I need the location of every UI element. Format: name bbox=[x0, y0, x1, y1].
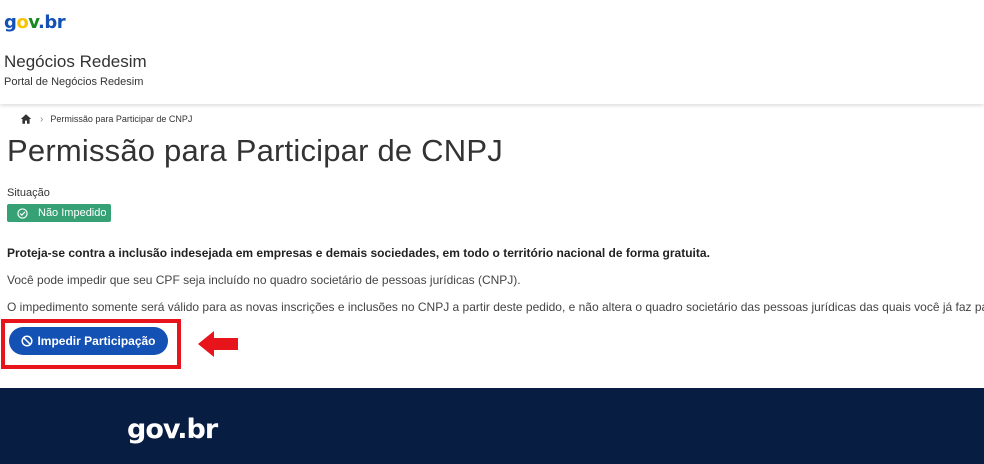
status-label: Situação bbox=[7, 187, 50, 199]
info-paragraph-1: Você pode impedir que seu CPF seja inclu… bbox=[7, 273, 521, 287]
ban-icon bbox=[21, 335, 34, 347]
logo-letter-v: v bbox=[28, 12, 39, 33]
intro-bold-text: Proteja-se contra a inclusão indesejada … bbox=[7, 246, 710, 260]
govbr-logo[interactable]: gov.br bbox=[4, 12, 66, 34]
status-badge: Não Impedido bbox=[7, 204, 111, 222]
impedir-participacao-button[interactable]: Impedir Participação bbox=[9, 327, 168, 355]
logo-letter-o: o bbox=[16, 12, 29, 33]
site-subtitle: Portal de Negócios Redesim bbox=[4, 76, 144, 88]
site-footer: gov.br bbox=[0, 388, 984, 464]
red-arrow-annotation bbox=[198, 331, 238, 357]
page-title: Permissão para Participar de CNPJ bbox=[7, 133, 503, 168]
check-circle-icon bbox=[17, 207, 28, 219]
info-paragraph-2: O impedimento somente será válido para a… bbox=[7, 300, 984, 314]
footer-govbr-logo[interactable]: gov.br bbox=[127, 414, 218, 445]
breadcrumb-current: Permissão para Participar de CNPJ bbox=[50, 114, 193, 124]
status-badge-label: Não Impedido bbox=[38, 207, 107, 219]
chevron-right-icon: › bbox=[40, 113, 44, 125]
site-header: gov.br Negócios Redesim Portal de Negóci… bbox=[0, 0, 984, 104]
site-title: Negócios Redesim bbox=[4, 52, 147, 71]
logo-letter-g: g bbox=[4, 12, 17, 33]
logo-letters-br: br bbox=[44, 12, 66, 33]
impedir-participacao-label: Impedir Participação bbox=[37, 334, 156, 348]
breadcrumb: › Permissão para Participar de CNPJ bbox=[20, 112, 192, 126]
home-icon[interactable] bbox=[20, 113, 32, 125]
